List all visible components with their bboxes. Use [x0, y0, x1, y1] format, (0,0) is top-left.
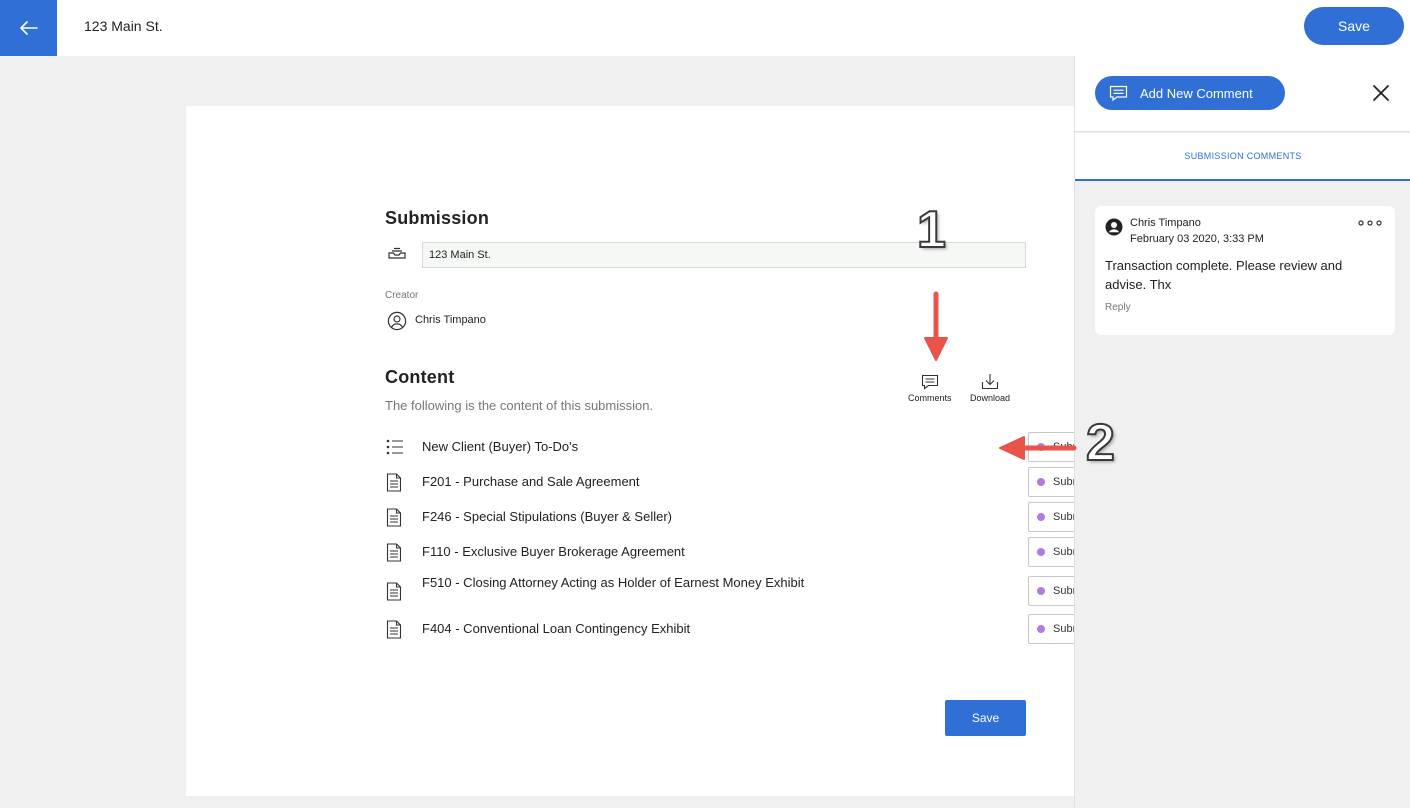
- content-row: F404 - Conventional Loan Contingency Exh…: [386, 614, 1209, 644]
- content-item-title: F404 - Conventional Loan Contingency Exh…: [422, 621, 691, 636]
- content-row: New Client (Buyer) To-Do's Submitted: [386, 432, 1209, 462]
- status-dot: [1037, 587, 1045, 595]
- page-title: 123 Main St.: [84, 18, 163, 34]
- add-comment-button[interactable]: Add New Comment: [1095, 76, 1285, 110]
- content-item-title: F246 - Special Stipulations (Buyer & Sel…: [422, 509, 673, 524]
- add-comment-label: Add New Comment: [1140, 85, 1253, 101]
- user-circle-icon: [387, 311, 407, 331]
- download-tool-button[interactable]: Download: [970, 373, 1010, 403]
- comment-icon: [921, 374, 938, 390]
- content-row: F246 - Special Stipulations (Buyer & Sel…: [386, 502, 1209, 532]
- status-dot: [1037, 548, 1045, 556]
- content-item-title: F510 - Closing Attorney Acting as Holder…: [422, 575, 805, 590]
- user-avatar-icon: [1105, 218, 1123, 236]
- document-icon: [386, 473, 402, 492]
- comment-date: February 03 2020, 3:33 PM: [1130, 233, 1264, 245]
- annotation-arrow-left: [999, 436, 1077, 460]
- comments-label: Comments: [908, 393, 952, 403]
- close-icon[interactable]: [1372, 84, 1390, 102]
- main-area: Submission Creator Chris Timpano Content…: [0, 56, 1209, 808]
- document-icon: [386, 543, 402, 562]
- comments-tool-button[interactable]: Comments: [908, 374, 952, 403]
- reply-link[interactable]: Reply: [1105, 302, 1131, 313]
- document-icon: [386, 508, 402, 527]
- more-options-icon[interactable]: [1358, 220, 1382, 226]
- content-row: F510 - Closing Attorney Acting as Holder…: [386, 575, 1209, 607]
- content-item-title: F110 - Exclusive Buyer Brokerage Agreeme…: [422, 544, 685, 559]
- content-row: F110 - Exclusive Buyer Brokerage Agreeme…: [386, 537, 1209, 567]
- status-dot: [1037, 513, 1045, 521]
- content-description: The following is the content of this sub…: [385, 398, 654, 413]
- comments-panel: Add New Comment SUBMISSION COMMENTS Chri…: [1074, 56, 1410, 808]
- annotation-marker-2: 2: [1085, 413, 1116, 473]
- inbox-icon: [388, 247, 406, 259]
- creator-name: Chris Timpano: [415, 314, 486, 326]
- creator-label: Creator: [385, 290, 419, 301]
- content-row: F201 - Purchase and Sale Agreement Submi…: [386, 467, 1209, 497]
- panel-header: Add New Comment: [1075, 56, 1410, 132]
- annotation-arrow-down: [924, 291, 948, 361]
- comment-text: Transaction complete. Please review and …: [1105, 258, 1343, 292]
- top-bar: 123 Main St. Save: [0, 0, 1410, 56]
- status-dot: [1037, 625, 1045, 633]
- download-label: Download: [970, 393, 1011, 403]
- submission-title: Submission: [385, 208, 490, 228]
- status-dot: [1037, 478, 1045, 486]
- document-icon: [386, 620, 402, 639]
- content-save-button[interactable]: Save: [945, 700, 1026, 736]
- comment-icon: [1109, 85, 1128, 101]
- download-icon: [981, 374, 999, 390]
- annotation-marker-1: 1: [916, 200, 947, 260]
- content-item-title: F201 - Purchase and Sale Agreement: [422, 474, 640, 489]
- content-title: Content: [385, 367, 455, 387]
- checklist-icon: [386, 439, 403, 455]
- arrow-left-icon: [19, 21, 38, 35]
- document-icon: [386, 582, 402, 601]
- back-button[interactable]: [0, 0, 57, 56]
- tab-submission-comments[interactable]: SUBMISSION COMMENTS: [1075, 133, 1410, 181]
- content-item-title: New Client (Buyer) To-Do's: [422, 439, 579, 454]
- comment-card: Chris Timpano February 03 2020, 3:33 PM …: [1095, 206, 1395, 335]
- header-save-button[interactable]: Save: [1304, 7, 1404, 45]
- comment-author: Chris Timpano: [1130, 217, 1201, 229]
